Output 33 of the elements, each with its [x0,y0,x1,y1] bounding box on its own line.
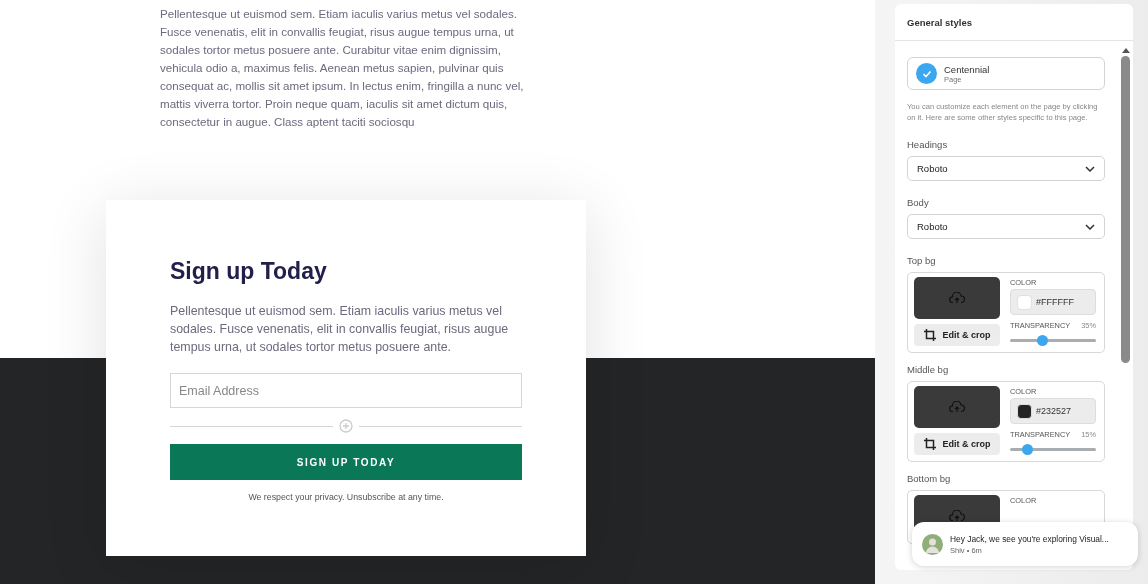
signup-text: Pellentesque ut euismod sem. Etiam iaculis varius metus vel sodales. Fusce venenatis, elit in convallis feugiat, risus augue tempus urna, ut sodales tortor metus posuere ante. [170,303,510,356]
page-name: Centennial [944,63,990,75]
transparency-slider[interactable] [1022,444,1034,455]
avatar-icon [922,533,943,555]
edit-crop-button[interactable]: Edit & crop [914,324,1000,346]
signup-button[interactable]: SIGN UP TODAY [170,444,522,480]
cloud-upload-icon [949,510,965,522]
add-icon[interactable] [339,419,353,433]
transparency-slider[interactable] [1036,335,1048,346]
field-label: Middle bg [907,364,950,375]
scroll-up-icon[interactable] [1121,47,1130,53]
crop-icon [923,437,938,451]
crop-icon [923,328,938,342]
field-label: Bottom bg [907,473,952,484]
field-label: Top bg [907,255,937,266]
chat-message: Hey Jack, we see you're exploring Visual... [950,533,1109,544]
email-field[interactable]: Email Address [170,373,522,408]
chevron-down-icon [1085,165,1095,172]
chevron-down-icon [1085,223,1095,230]
signup-heading: Sign up Today [170,257,328,286]
edit-crop-button[interactable]: Edit & crop [914,433,1000,455]
cloud-upload-icon [949,401,965,413]
panel-title: General styles [895,4,1133,41]
intro-paragraph: Pellentesque ut euismod sem. Etiam iaculis varius metus vel sodales. Fusce venenatis, elit in convallis feugiat, risus augue tempus urna, ut sodales tortor metus posuere ante. Curabitur vitae enim dignissim, vehicula odio a, maximus felis. Aenean metus sapien, pulvinar quis consequat ac, mollis sit amet ipsum. In lectus enim, fringilla a nunc vel, mattis viverra tortor. Proin neque quam, iaculis sit amet dictum quis, consectetur in augue. Class aptent taciti sociosqu [160,6,525,130]
scrollbar-thumb[interactable] [1121,56,1130,363]
field-label: Headings [907,139,949,150]
font-dropdown[interactable]: Roboto [907,156,1105,181]
font-dropdown[interactable]: Roboto [907,214,1105,239]
color-field[interactable]: #FFFFFF [1010,289,1096,315]
cloud-upload-icon [949,292,965,304]
color-field[interactable]: #232527 [1010,398,1096,424]
field-label: Body [907,197,930,208]
privacy-note: We respect your privacy. Unsubscribe at any time. [247,492,445,502]
